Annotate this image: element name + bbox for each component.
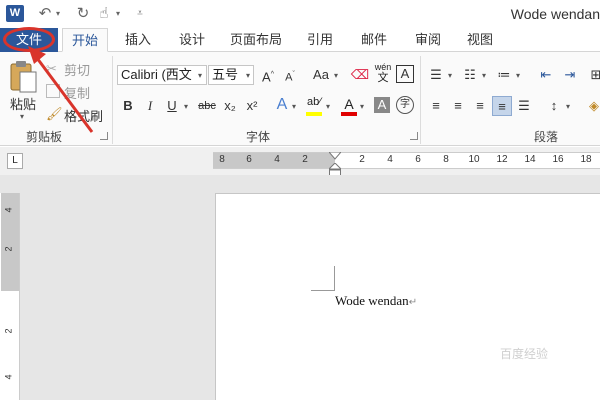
highlighter-icon: ab⁄: [306, 96, 322, 108]
shading-icon[interactable]: ◈: [584, 96, 600, 116]
document-text[interactable]: Wode wendan↵: [335, 293, 417, 309]
ruler-label: 4: [274, 154, 280, 165]
align-center-icon[interactable]: ≡: [448, 96, 468, 116]
font-name-dropdown[interactable]: Calibri (西文: [117, 65, 207, 85]
justify-icon[interactable]: ≡: [492, 96, 512, 116]
text-effects-arrow-icon[interactable]: ▾: [292, 102, 296, 111]
group-divider: [420, 56, 421, 144]
grow-font-icon[interactable]: A^: [258, 65, 278, 85]
change-case-button[interactable]: Aa: [308, 65, 334, 85]
tab-mailings[interactable]: 邮件: [352, 28, 396, 52]
clear-formatting-icon[interactable]: ⌫: [350, 65, 370, 85]
ruler-label: 4: [387, 154, 393, 165]
strikethrough-button[interactable]: abc: [196, 96, 218, 116]
italic-button[interactable]: I: [140, 96, 160, 116]
tab-view[interactable]: 视图: [458, 28, 502, 52]
align-right-icon[interactable]: ≡: [470, 96, 490, 116]
font-name-value: Calibri (西文: [121, 67, 192, 82]
highlight-button[interactable]: ab⁄: [304, 96, 324, 116]
watermark: 百度经验: [500, 347, 549, 361]
paragraph-group-label: 段落: [534, 130, 559, 144]
margin-corner-mark: [334, 266, 335, 290]
ruler-label: 2: [359, 154, 365, 165]
touch-mode-icon[interactable]: ☝: [96, 5, 112, 23]
decrease-indent-icon[interactable]: ⇤: [536, 65, 556, 85]
word-logo-icon: W: [6, 5, 24, 22]
font-name-arrow-icon[interactable]: ▾: [198, 71, 202, 80]
vruler-label: 2: [3, 246, 14, 252]
distributed-icon[interactable]: ☰: [514, 96, 534, 116]
numbering-arrow-icon[interactable]: ▾: [482, 71, 486, 80]
underline-arrow-icon[interactable]: ▾: [184, 102, 188, 111]
superscript-button[interactable]: x²: [242, 96, 262, 116]
tab-design[interactable]: 设计: [170, 28, 214, 52]
font-color-arrow-icon[interactable]: ▾: [360, 102, 364, 111]
paragraph-mark-icon: ↵: [408, 297, 418, 308]
redo-icon[interactable]: ↻: [74, 5, 92, 23]
font-size-value: 五号: [212, 67, 239, 82]
highlight-color-swatch: [306, 112, 322, 116]
touch-dropdown-icon[interactable]: ▾: [114, 5, 122, 23]
phonetic-bottom: 文: [377, 72, 389, 84]
chinese-layout-icon[interactable]: ⊞: [586, 65, 600, 85]
underline-button[interactable]: U: [162, 96, 182, 116]
vruler-label: 4: [3, 207, 14, 213]
font-size-arrow-icon[interactable]: ▾: [246, 71, 250, 80]
change-case-arrow-icon[interactable]: ▾: [334, 71, 338, 80]
vruler-label: 2: [3, 328, 14, 334]
bullets-arrow-icon[interactable]: ▾: [448, 71, 452, 80]
numbering-icon[interactable]: ☷: [460, 65, 480, 85]
margin-corner-mark: [311, 290, 335, 291]
multilevel-list-icon[interactable]: ≔: [494, 65, 514, 85]
group-divider: [112, 56, 113, 144]
ruler-label: 14: [524, 154, 536, 165]
font-color-swatch: [341, 112, 357, 116]
ruler-label: 8: [443, 154, 449, 165]
undo-dropdown-icon[interactable]: ▾: [54, 5, 62, 23]
clipboard-launcher-icon[interactable]: [100, 132, 108, 140]
highlight-arrow-icon[interactable]: ▾: [326, 102, 330, 111]
enclose-characters-button[interactable]: 字: [396, 96, 414, 114]
ruler-label: 2: [302, 154, 308, 165]
shrink-font-icon[interactable]: Aˇ: [280, 65, 300, 85]
ruler-label: 6: [246, 154, 252, 165]
font-color-button[interactable]: A: [340, 96, 358, 116]
annotation-arrow-icon: [28, 46, 94, 133]
undo-icon[interactable]: ↶: [36, 5, 54, 23]
tab-selector-button[interactable]: L: [7, 153, 23, 169]
vruler-label: 4: [3, 374, 14, 380]
ruler-label: 10: [468, 154, 480, 165]
text-effects-icon[interactable]: A: [272, 95, 292, 115]
first-line-indent-marker[interactable]: [327, 149, 343, 160]
tab-insert[interactable]: 插入: [116, 28, 160, 52]
ruler-label: 6: [415, 154, 421, 165]
ruler-label: 12: [496, 154, 508, 165]
subscript-button[interactable]: x₂: [220, 96, 240, 116]
tab-layout[interactable]: 页面布局: [226, 28, 286, 52]
font-group-label: 字体: [246, 130, 271, 144]
align-left-icon[interactable]: ≡: [426, 96, 446, 116]
customize-quick-access-icon[interactable]: ⩡: [134, 5, 146, 23]
font-color-icon: A: [344, 96, 354, 112]
bold-button[interactable]: B: [118, 96, 138, 116]
line-spacing-icon[interactable]: ↕: [544, 96, 564, 116]
bullets-icon[interactable]: ☰: [426, 65, 446, 85]
ruler-label: 16: [552, 154, 564, 165]
ruler-label: 8: [219, 154, 225, 165]
phonetic-guide-button[interactable]: wén 文: [372, 62, 394, 86]
tab-review[interactable]: 审阅: [406, 28, 450, 52]
multilevel-arrow-icon[interactable]: ▾: [516, 71, 520, 80]
character-shading-button[interactable]: A: [374, 97, 390, 113]
character-border-button[interactable]: A: [396, 65, 414, 83]
document-title: Wode wendan: [510, 6, 600, 22]
ruler-label: 18: [580, 154, 592, 165]
increase-indent-icon[interactable]: ⇥: [560, 65, 580, 85]
font-launcher-icon[interactable]: [410, 132, 418, 140]
line-spacing-arrow-icon[interactable]: ▾: [566, 102, 570, 111]
tab-references[interactable]: 引用: [298, 28, 342, 52]
